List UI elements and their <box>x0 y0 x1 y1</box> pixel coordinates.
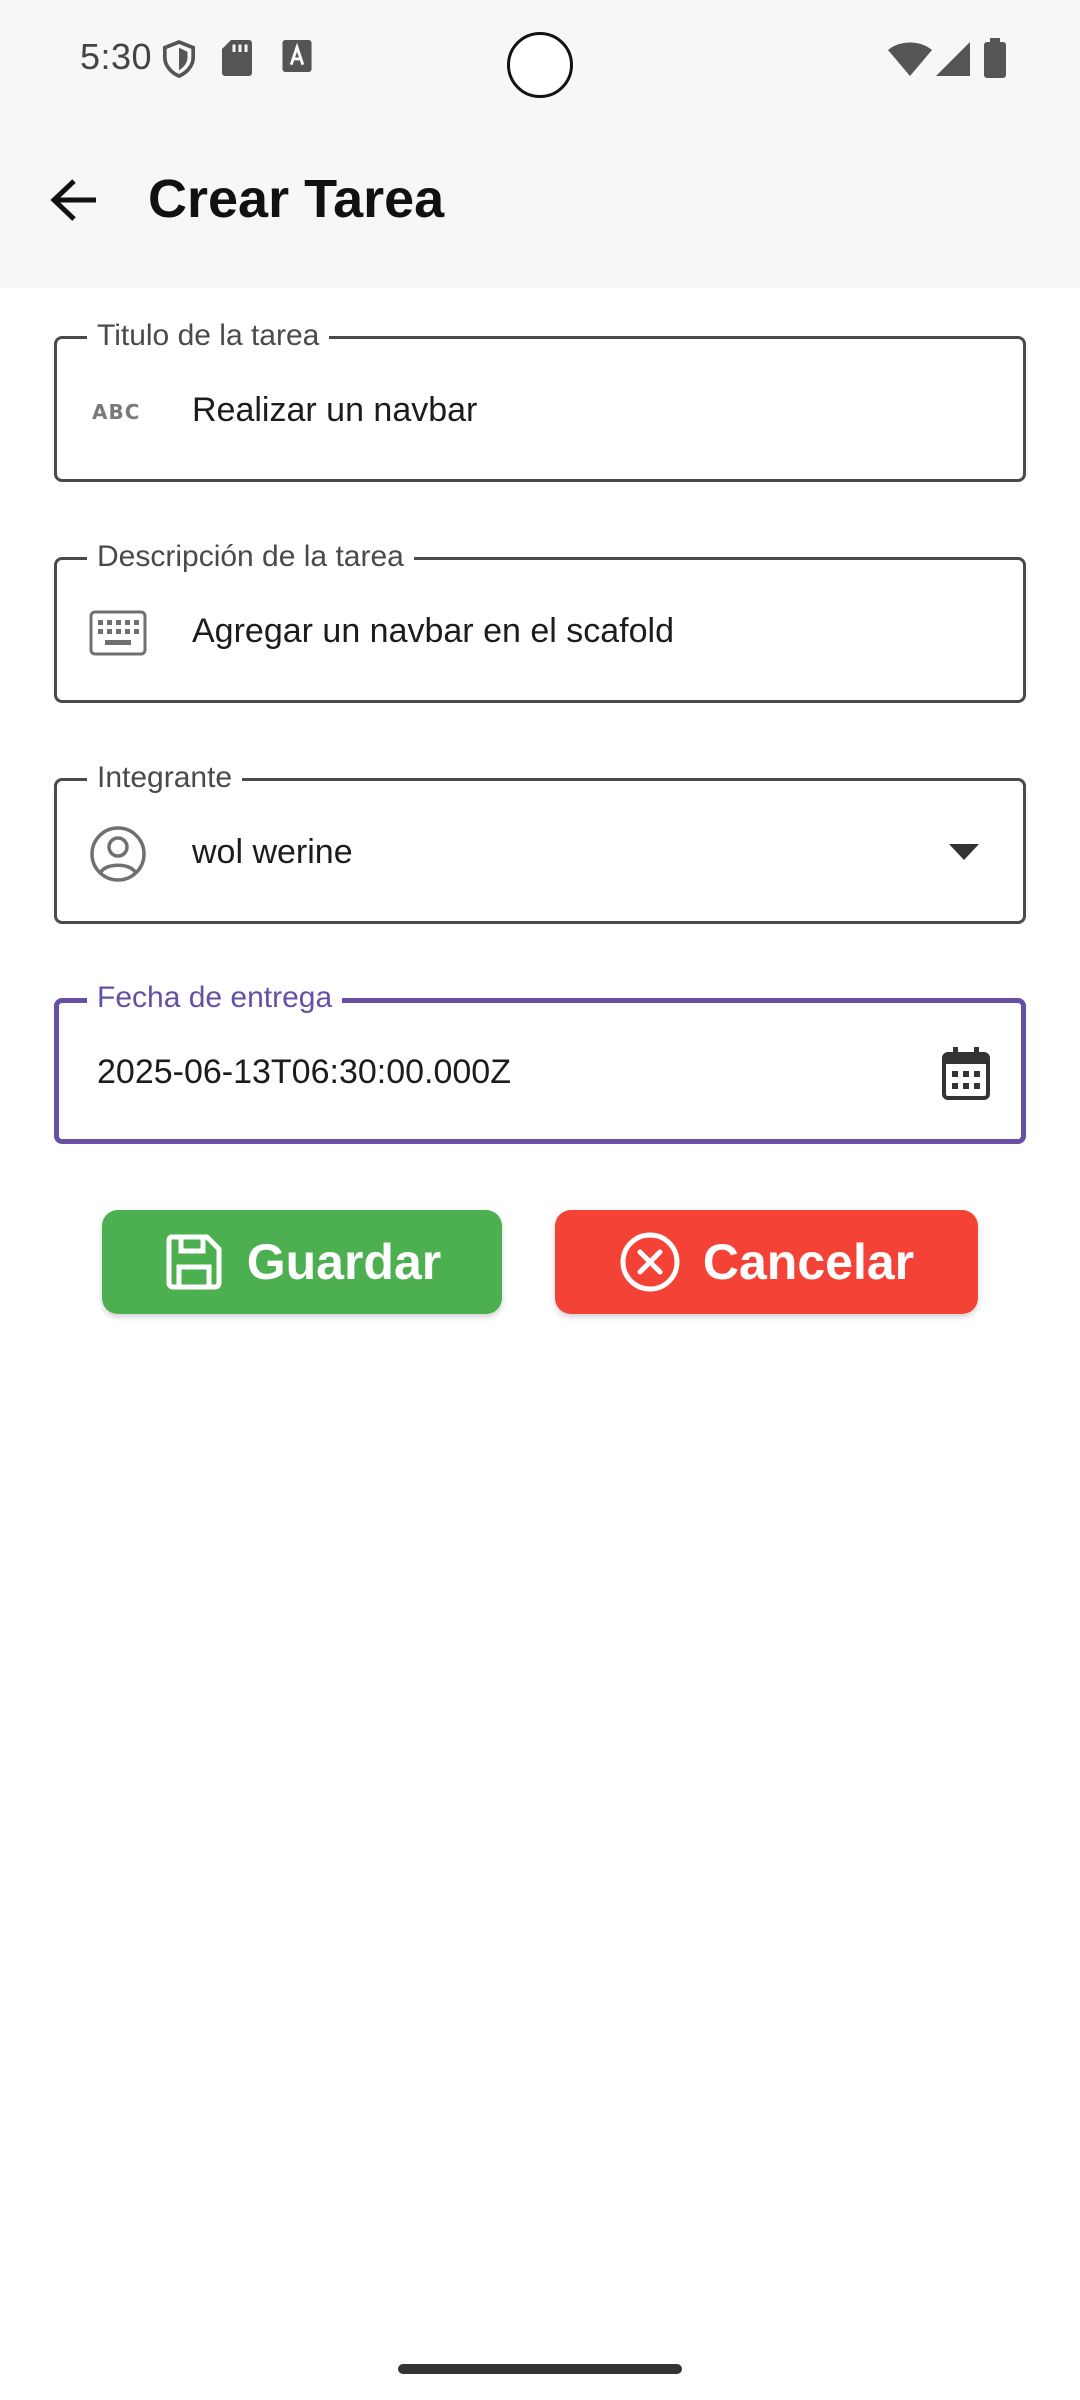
back-button[interactable] <box>40 166 108 234</box>
wifi-icon <box>888 42 932 81</box>
text-a-icon <box>282 40 312 77</box>
due-date-field[interactable]: Fecha de entrega 2025-06-13T06:30:00.000… <box>54 981 1026 1144</box>
task-description-label: Descripción de la tarea <box>87 540 414 574</box>
due-date-input[interactable]: 2025-06-13T06:30:00.000Z <box>97 1051 511 1093</box>
screen: 5:30 Crear Tarea Titulo de la tarea ABC … <box>0 0 1080 2400</box>
shield-icon <box>162 40 196 83</box>
task-title-input[interactable]: Realizar un navbar <box>192 389 477 431</box>
keyboard-icon <box>89 604 147 662</box>
camera-cutout <box>507 32 573 98</box>
status-time: 5:30 <box>80 36 153 77</box>
home-indicator[interactable] <box>398 2364 682 2374</box>
member-label: Integrante <box>87 761 243 795</box>
app-bar: Crear Tarea <box>0 120 1080 288</box>
svg-text:ABC: ABC <box>92 400 140 424</box>
cancel-button[interactable]: Cancelar <box>555 1210 978 1314</box>
calendar-icon[interactable] <box>937 1045 995 1103</box>
dropdown-arrow-icon[interactable] <box>935 823 993 881</box>
arrow-left-icon <box>50 178 98 222</box>
save-label: Guardar <box>246 1234 442 1290</box>
member-select-field[interactable]: Integrante wol werine <box>54 761 1026 924</box>
task-title-field[interactable]: Titulo de la tarea ABC Realizar un navba… <box>54 319 1026 482</box>
abc-icon: ABC <box>89 383 147 441</box>
task-title-label: Titulo de la tarea <box>87 319 330 353</box>
status-bar: 5:30 <box>0 0 1080 120</box>
due-date-label: Fecha de entrega <box>87 981 343 1015</box>
task-description-input[interactable]: Agregar un navbar en el scafold <box>192 610 674 652</box>
cell-signal-icon <box>936 42 970 81</box>
cancel-circle-icon <box>619 1231 681 1293</box>
sd-card-icon <box>222 40 252 81</box>
member-select-value[interactable]: wol werine <box>192 831 353 873</box>
cancel-label: Cancelar <box>702 1234 915 1290</box>
battery-icon <box>984 38 1006 83</box>
page-title: Crear Tarea <box>148 169 445 229</box>
account-circle-icon <box>89 825 147 883</box>
save-button[interactable]: Guardar <box>102 1210 502 1314</box>
task-description-field[interactable]: Descripción de la tarea Agregar un navba… <box>54 540 1026 703</box>
save-icon <box>163 1231 225 1293</box>
